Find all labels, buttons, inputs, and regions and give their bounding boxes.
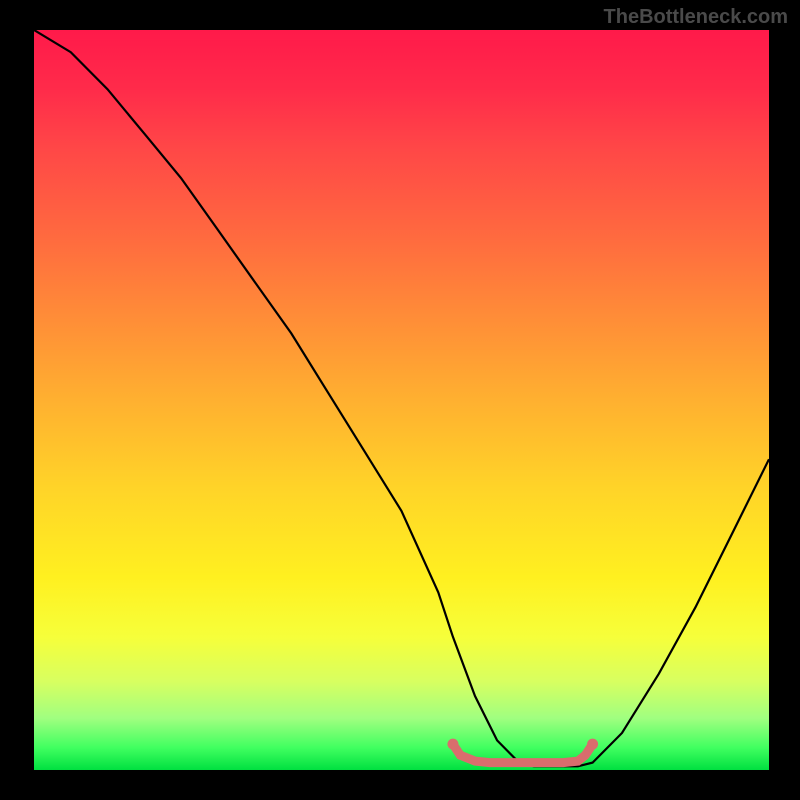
optimal-range-marker (453, 744, 593, 763)
chart-svg (34, 30, 769, 770)
optimal-range-end-dot (587, 739, 598, 750)
watermark-text: TheBottleneck.com (604, 6, 788, 29)
bottleneck-curve-line (34, 30, 769, 766)
optimal-range-start-dot (447, 739, 458, 750)
chart-plot-area (34, 30, 769, 770)
